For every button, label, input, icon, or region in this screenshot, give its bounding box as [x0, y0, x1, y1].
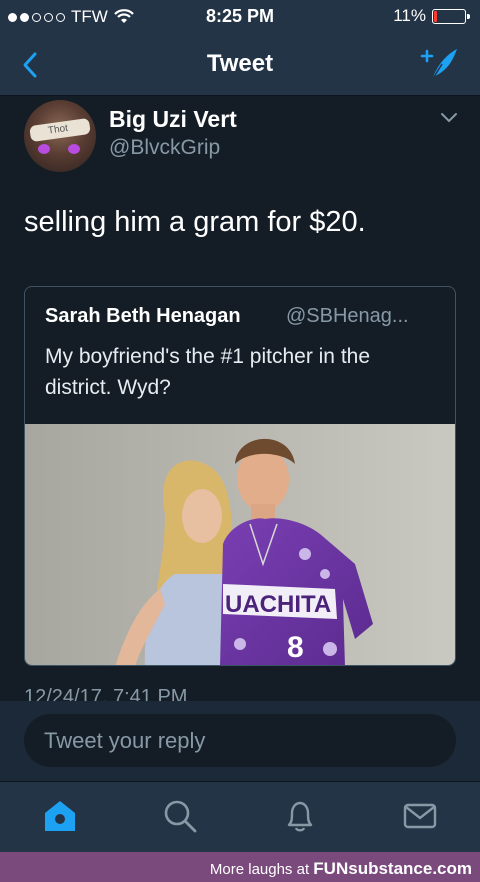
- avatar-band-text: Thot: [47, 122, 69, 137]
- home-icon: [45, 801, 75, 831]
- tab-notifications[interactable]: [282, 798, 318, 834]
- author-name[interactable]: Big Uzi Vert: [109, 106, 237, 133]
- tab-home[interactable]: [42, 798, 78, 834]
- nav-bar: Tweet: [0, 34, 480, 96]
- mail-icon: [403, 803, 437, 829]
- reply-input[interactable]: [24, 714, 456, 767]
- search-icon: [164, 800, 197, 833]
- quoted-author-handle: @SBHenag...: [286, 305, 409, 327]
- jersey-number: 8: [287, 631, 304, 664]
- reply-bar: [0, 701, 480, 781]
- bell-icon: [287, 801, 313, 832]
- watermark-text: More laughs at FUNsubstance.com: [210, 859, 472, 879]
- compose-tweet-icon[interactable]: [420, 46, 460, 82]
- tweet-text: selling him a gram for $20.: [24, 206, 366, 238]
- watermark-footer: More laughs at FUNsubstance.com: [0, 852, 480, 882]
- avatar[interactable]: Thot: [24, 100, 96, 172]
- chevron-down-icon[interactable]: [440, 112, 458, 124]
- quoted-tweet-photo[interactable]: UACHITA 8: [25, 424, 456, 666]
- watermark-prefix: More laughs at: [209, 861, 310, 878]
- status-right: 11%: [393, 6, 470, 26]
- battery-icon: [432, 8, 470, 24]
- tab-messages[interactable]: [402, 798, 438, 834]
- watermark-brand: FUNsubstance.com: [313, 859, 472, 878]
- battery-percent: 11%: [393, 6, 426, 25]
- author-handle[interactable]: @BlvckGrip: [109, 136, 220, 160]
- status-bar: TFW 8:25 PM 11%: [0, 0, 480, 34]
- tab-search[interactable]: [162, 798, 198, 834]
- quoted-tweet-text: My boyfriend's the #1 pitcher in the dis…: [45, 345, 371, 399]
- quoted-author-name: Sarah Beth Henagan: [45, 305, 241, 327]
- tab-bar: [0, 781, 480, 852]
- jersey-text: UACHITA: [225, 591, 331, 618]
- tweet-timestamp: 12/24/17, 7:41 PM: [24, 686, 188, 702]
- quoted-tweet-card[interactable]: Sarah Beth Henagan @SBHenag... My boyfri…: [24, 286, 456, 666]
- page-title: Tweet: [206, 50, 274, 77]
